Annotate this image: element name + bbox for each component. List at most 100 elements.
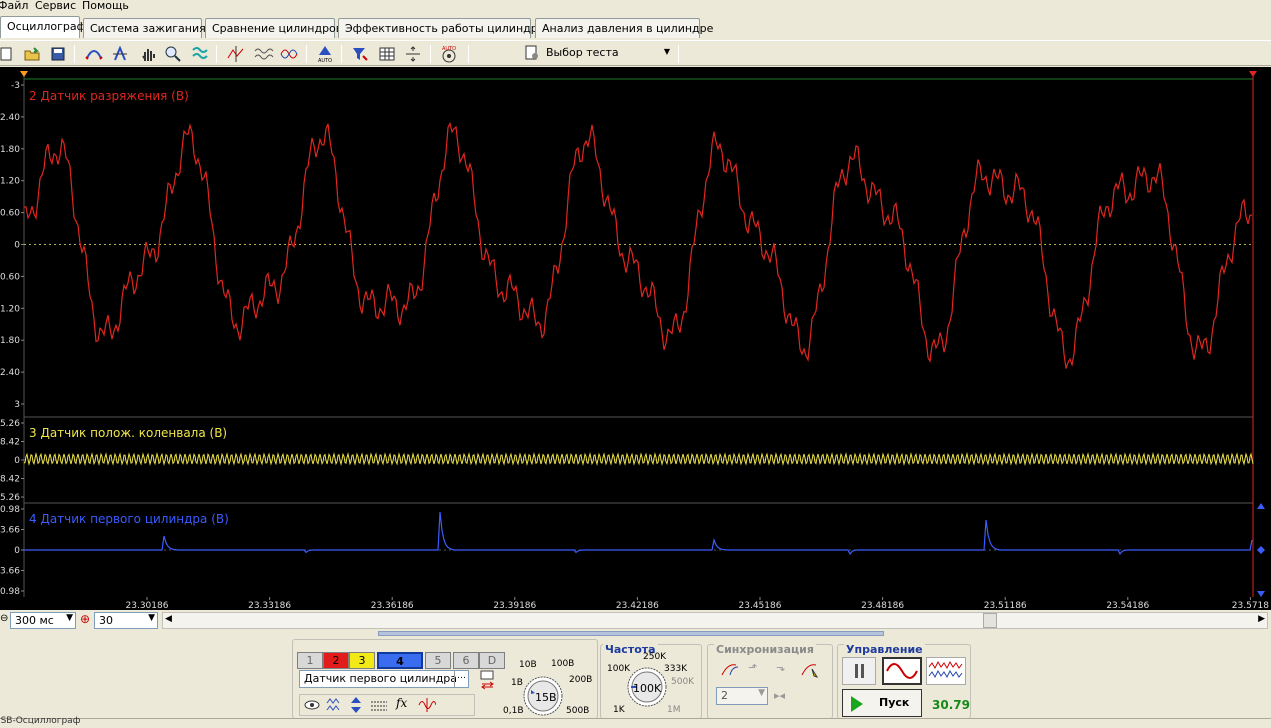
zoom-out-icon[interactable] <box>84 44 104 64</box>
swap-icon[interactable] <box>479 670 497 693</box>
chevron-down-icon: ▼ <box>758 688 765 698</box>
sync-down-icon[interactable]: ⬎ <box>776 661 785 674</box>
test-select[interactable]: Выбор теста ▼ <box>520 43 676 64</box>
sensor-select[interactable]: Датчик первого цилиндра … <box>299 670 469 688</box>
sync-up-icon[interactable]: ⬏ <box>748 661 757 674</box>
marker-icon[interactable] <box>350 44 370 64</box>
crank-waveform <box>23 452 1254 466</box>
menu-file[interactable]: Файл <box>0 0 28 12</box>
volt-label-01: 0,1В <box>503 706 524 716</box>
control-title: Управление <box>844 643 925 656</box>
scroll-left-icon[interactable]: ◀ <box>165 614 172 624</box>
pause-button[interactable] <box>842 657 876 685</box>
freq-label-1m: 1M <box>667 705 681 715</box>
filter-icon[interactable] <box>190 44 210 64</box>
channel-button-3[interactable]: 3 <box>349 652 375 669</box>
tab-ignition[interactable]: Система зажигания <box>83 18 206 38</box>
x-tick-label: 23.33186 <box>248 601 291 610</box>
splitter-handle[interactable] <box>378 631 884 636</box>
cursor-icon[interactable] <box>226 44 246 64</box>
left-marker-icon <box>20 71 28 77</box>
right-marker-icon <box>1249 71 1257 77</box>
frequency-value: 100K <box>633 682 662 695</box>
tab-cylinder-efficiency[interactable]: Эффективность работы цилиндров <box>338 18 551 38</box>
timebase-select[interactable]: 300 мс ▼ <box>10 612 76 629</box>
hand-icon[interactable] <box>138 44 158 64</box>
y-tick-label: 2.40 <box>0 368 20 378</box>
count-select[interactable]: 30 ▼ <box>94 612 158 629</box>
scroll-thumb[interactable] <box>983 613 997 628</box>
auto-icon[interactable]: AUTO <box>315 44 335 64</box>
function-icon[interactable]: fx <box>396 696 407 710</box>
zoom-in-icon[interactable] <box>163 44 183 64</box>
svg-text:AUTO: AUTO <box>442 46 456 52</box>
grid-icon[interactable] <box>377 44 397 64</box>
y-tick-label: 1.80 <box>0 336 20 346</box>
channel-button-2[interactable]: 2 <box>323 652 349 669</box>
freq-label-100k: 100K <box>607 664 631 674</box>
new-icon[interactable] <box>0 44 16 64</box>
channel-button-1[interactable]: 1 <box>297 652 323 669</box>
single-shot-button[interactable] <box>882 657 922 685</box>
tab-strip: Осциллограф Система зажигания Сравнение … <box>0 16 1271 40</box>
start-button[interactable]: Пуск <box>842 689 922 717</box>
scroll-right-icon[interactable]: ▶ <box>1258 614 1265 624</box>
sync-channel-select[interactable]: 2 ▼ <box>716 687 768 705</box>
volt-label-10: 10В <box>519 660 537 670</box>
auto-set-icon[interactable]: AUTO <box>439 44 459 64</box>
frequency-knob[interactable]: 100K 250K 100K 333K 500K 1K 1M <box>601 652 703 719</box>
y-tick-label: 3 <box>14 400 20 410</box>
wave2-icon[interactable] <box>280 44 300 64</box>
x-tick-label: 23.48186 <box>861 601 904 610</box>
menu-bar: Файл Сервис Помощь <box>0 0 1271 14</box>
open-icon[interactable] <box>22 44 42 64</box>
tab-oscilloscope[interactable]: Осциллограф <box>0 16 86 38</box>
tab-cylinder-compare[interactable]: Сравнение цилиндров <box>205 18 342 38</box>
horizontal-scrollbar[interactable]: ◀ ▶ <box>162 612 1268 629</box>
tab-pressure-analysis[interactable]: Анализ давления в цилиндре <box>535 18 713 38</box>
sync-panel: Синхронизация ⬏ ⬎ 2 ▼ ▸◂ <box>707 643 833 719</box>
chevron-down-icon: ▼ <box>66 613 73 623</box>
status-bar: USB-Осциллограф <box>0 716 1271 728</box>
y-tick-label: -18.42 <box>0 438 20 448</box>
sync-rise-icon[interactable] <box>720 661 740 682</box>
y-tick-label: 35.26 <box>0 493 20 503</box>
y-tick-label: 0.60 <box>0 272 20 282</box>
eye-icon[interactable] <box>304 698 320 715</box>
freq-label-333k: 333K <box>664 664 688 674</box>
channel-button-D[interactable]: D <box>479 652 505 669</box>
lines-icon[interactable] <box>370 698 388 715</box>
wave-icon[interactable] <box>254 44 274 64</box>
channel-label: 3 Датчик полож. коленвала (В) <box>29 426 227 440</box>
channel-label: 4 Датчик первого цилиндра (В) <box>29 512 229 526</box>
more-icon[interactable]: … <box>454 671 468 687</box>
y-tick-label: 3.66 <box>0 567 20 577</box>
sensor-name: Датчик первого цилиндра <box>304 672 458 685</box>
chevron-down-icon: ▼ <box>148 613 155 623</box>
channel-tools: fx <box>299 694 475 716</box>
sync-arrows-icon[interactable]: ▸◂ <box>774 689 785 702</box>
volt-knob[interactable]: 15В 10В 100В 1В 200В 0,1В 500В <box>503 659 595 720</box>
math-wave-icon[interactable] <box>418 698 437 715</box>
oscilloscope-display[interactable]: -3 -2.40 -1.80 -1.20 -0.60 0 0.60 1.20 1.80 2.40 3… <box>0 67 1271 610</box>
menu-service[interactable]: Сервис <box>35 0 76 12</box>
sync-title: Синхронизация <box>714 643 816 656</box>
blue-down-icon <box>1257 591 1265 597</box>
sync-channel-value: 2 <box>721 689 728 702</box>
invert-icon[interactable] <box>326 698 342 715</box>
channel-button-4[interactable]: 4 <box>377 652 423 669</box>
x-tick-label: 23.45186 <box>739 601 782 610</box>
blue-diamond-icon <box>1257 546 1265 554</box>
continuous-button[interactable] <box>926 657 966 685</box>
channel-button-5[interactable]: 5 <box>425 652 451 669</box>
test-select-label: Выбор теста <box>546 46 619 59</box>
menu-help[interactable]: Помощь <box>82 0 129 12</box>
split-icon[interactable] <box>403 44 423 64</box>
channel-button-6[interactable]: 6 <box>453 652 479 669</box>
save-icon[interactable] <box>48 44 68 64</box>
volt-label-1: 1В <box>511 678 523 688</box>
zoom-fit-icon[interactable] <box>110 44 130 64</box>
scale-icon[interactable] <box>348 696 364 717</box>
y-tick-label: -1.80 <box>0 145 20 155</box>
sync-auto-icon[interactable] <box>800 661 820 682</box>
